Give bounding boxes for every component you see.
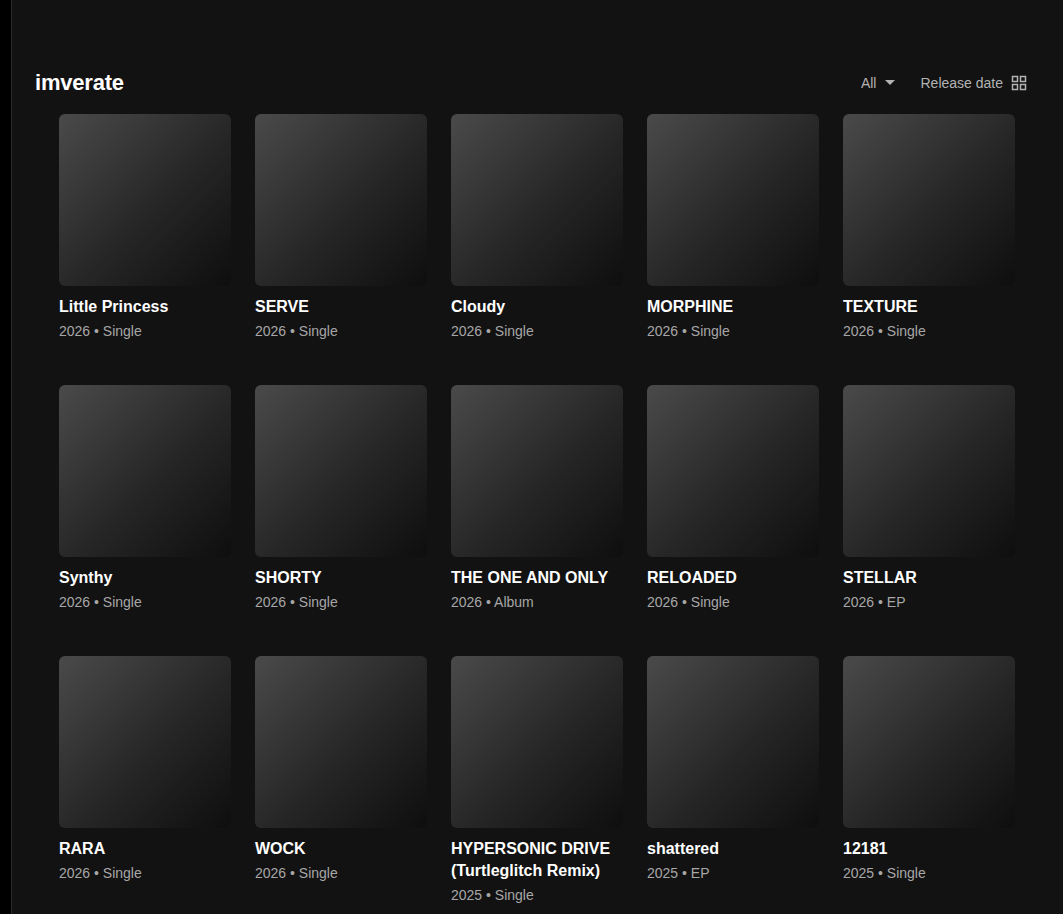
album-title[interactable]: Little Princess [59, 296, 231, 318]
album-meta: 2026 • Single [843, 321, 1015, 341]
album-cover[interactable] [59, 656, 231, 828]
album-cover[interactable] [59, 114, 231, 286]
sidebar-edge [0, 0, 12, 914]
album-card[interactable]: THE ONE AND ONLY 2026 • Album [451, 385, 623, 612]
album-meta: 2026 • Single [59, 321, 231, 341]
caret-down-icon [884, 79, 896, 87]
album-card[interactable]: HYPERSONIC DRIVE (Turtleglitch Remix) 202… [451, 656, 623, 905]
album-card[interactable]: RELOADED 2026 • Single [647, 385, 819, 612]
album-title[interactable]: THE ONE AND ONLY [451, 567, 623, 589]
album-meta: 2026 • Single [451, 321, 623, 341]
album-card[interactable]: WOCK 2026 • Single [255, 656, 427, 905]
album-cover[interactable] [255, 385, 427, 557]
album-cover[interactable] [647, 385, 819, 557]
album-cover[interactable] [843, 114, 1015, 286]
album-meta: 2026 • Single [647, 592, 819, 612]
album-card[interactable]: Little Princess 2026 • Single [59, 114, 231, 341]
grid-view-icon [1011, 75, 1027, 91]
album-cover[interactable] [647, 656, 819, 828]
album-card[interactable]: SERVE 2026 • Single [255, 114, 427, 341]
album-title[interactable]: shattered [647, 838, 819, 860]
filter-dropdown[interactable]: All [861, 73, 897, 93]
album-meta: 2025 • EP [647, 863, 819, 883]
album-cover[interactable] [843, 656, 1015, 828]
discography-page: imverate All Release date Little Princess 20… [0, 0, 1063, 914]
album-title[interactable]: SERVE [255, 296, 427, 318]
album-cover[interactable] [255, 114, 427, 286]
album-meta: 2026 • Album [451, 592, 623, 612]
album-title[interactable]: Synthy [59, 567, 231, 589]
album-card[interactable]: RARA 2026 • Single [59, 656, 231, 905]
album-card[interactable]: Cloudy 2026 • Single [451, 114, 623, 341]
album-title[interactable]: TEXTURE [843, 296, 1015, 318]
album-title[interactable]: HYPERSONIC DRIVE (Turtleglitch Remix) [451, 838, 623, 882]
album-meta: 2026 • Single [255, 592, 427, 612]
album-card[interactable]: SHORTY 2026 • Single [255, 385, 427, 612]
album-title[interactable]: Cloudy [451, 296, 623, 318]
album-meta: 2026 • Single [255, 321, 427, 341]
main-content: imverate All Release date Little Princess 20… [12, 0, 1063, 914]
sort-button[interactable]: Release date [920, 73, 1027, 93]
album-cover[interactable] [255, 656, 427, 828]
album-title[interactable]: WOCK [255, 838, 427, 860]
album-meta: 2026 • EP [843, 592, 1015, 612]
album-card[interactable]: TEXTURE 2026 • Single [843, 114, 1015, 341]
album-cover[interactable] [451, 656, 623, 828]
album-meta: 2025 • Single [843, 863, 1015, 883]
album-meta: 2026 • Single [59, 863, 231, 883]
album-title[interactable]: SHORTY [255, 567, 427, 589]
album-title[interactable]: MORPHINE [647, 296, 819, 318]
album-card[interactable]: STELLAR 2026 • EP [843, 385, 1015, 612]
artist-title: imverate [35, 70, 124, 96]
album-card[interactable]: shattered 2025 • EP [647, 656, 819, 905]
page-header: imverate All Release date [35, 68, 1027, 98]
album-title[interactable]: RELOADED [647, 567, 819, 589]
album-meta: 2026 • Single [59, 592, 231, 612]
album-title[interactable]: STELLAR [843, 567, 1015, 589]
album-cover[interactable] [451, 114, 623, 286]
album-cover[interactable] [843, 385, 1015, 557]
album-title[interactable]: RARA [59, 838, 231, 860]
album-cover[interactable] [647, 114, 819, 286]
album-meta: 2026 • Single [647, 321, 819, 341]
album-cover[interactable] [451, 385, 623, 557]
header-controls: All Release date [861, 73, 1027, 93]
album-title[interactable]: 12181 [843, 838, 1015, 860]
album-grid: Little Princess 2026 • Single SERVE 2026 • … [35, 114, 1027, 905]
album-card[interactable]: 12181 2025 • Single [843, 656, 1015, 905]
album-cover[interactable] [59, 385, 231, 557]
album-card[interactable]: Synthy 2026 • Single [59, 385, 231, 612]
album-card[interactable]: MORPHINE 2026 • Single [647, 114, 819, 341]
album-meta: 2025 • Single [451, 885, 623, 905]
album-meta: 2026 • Single [255, 863, 427, 883]
